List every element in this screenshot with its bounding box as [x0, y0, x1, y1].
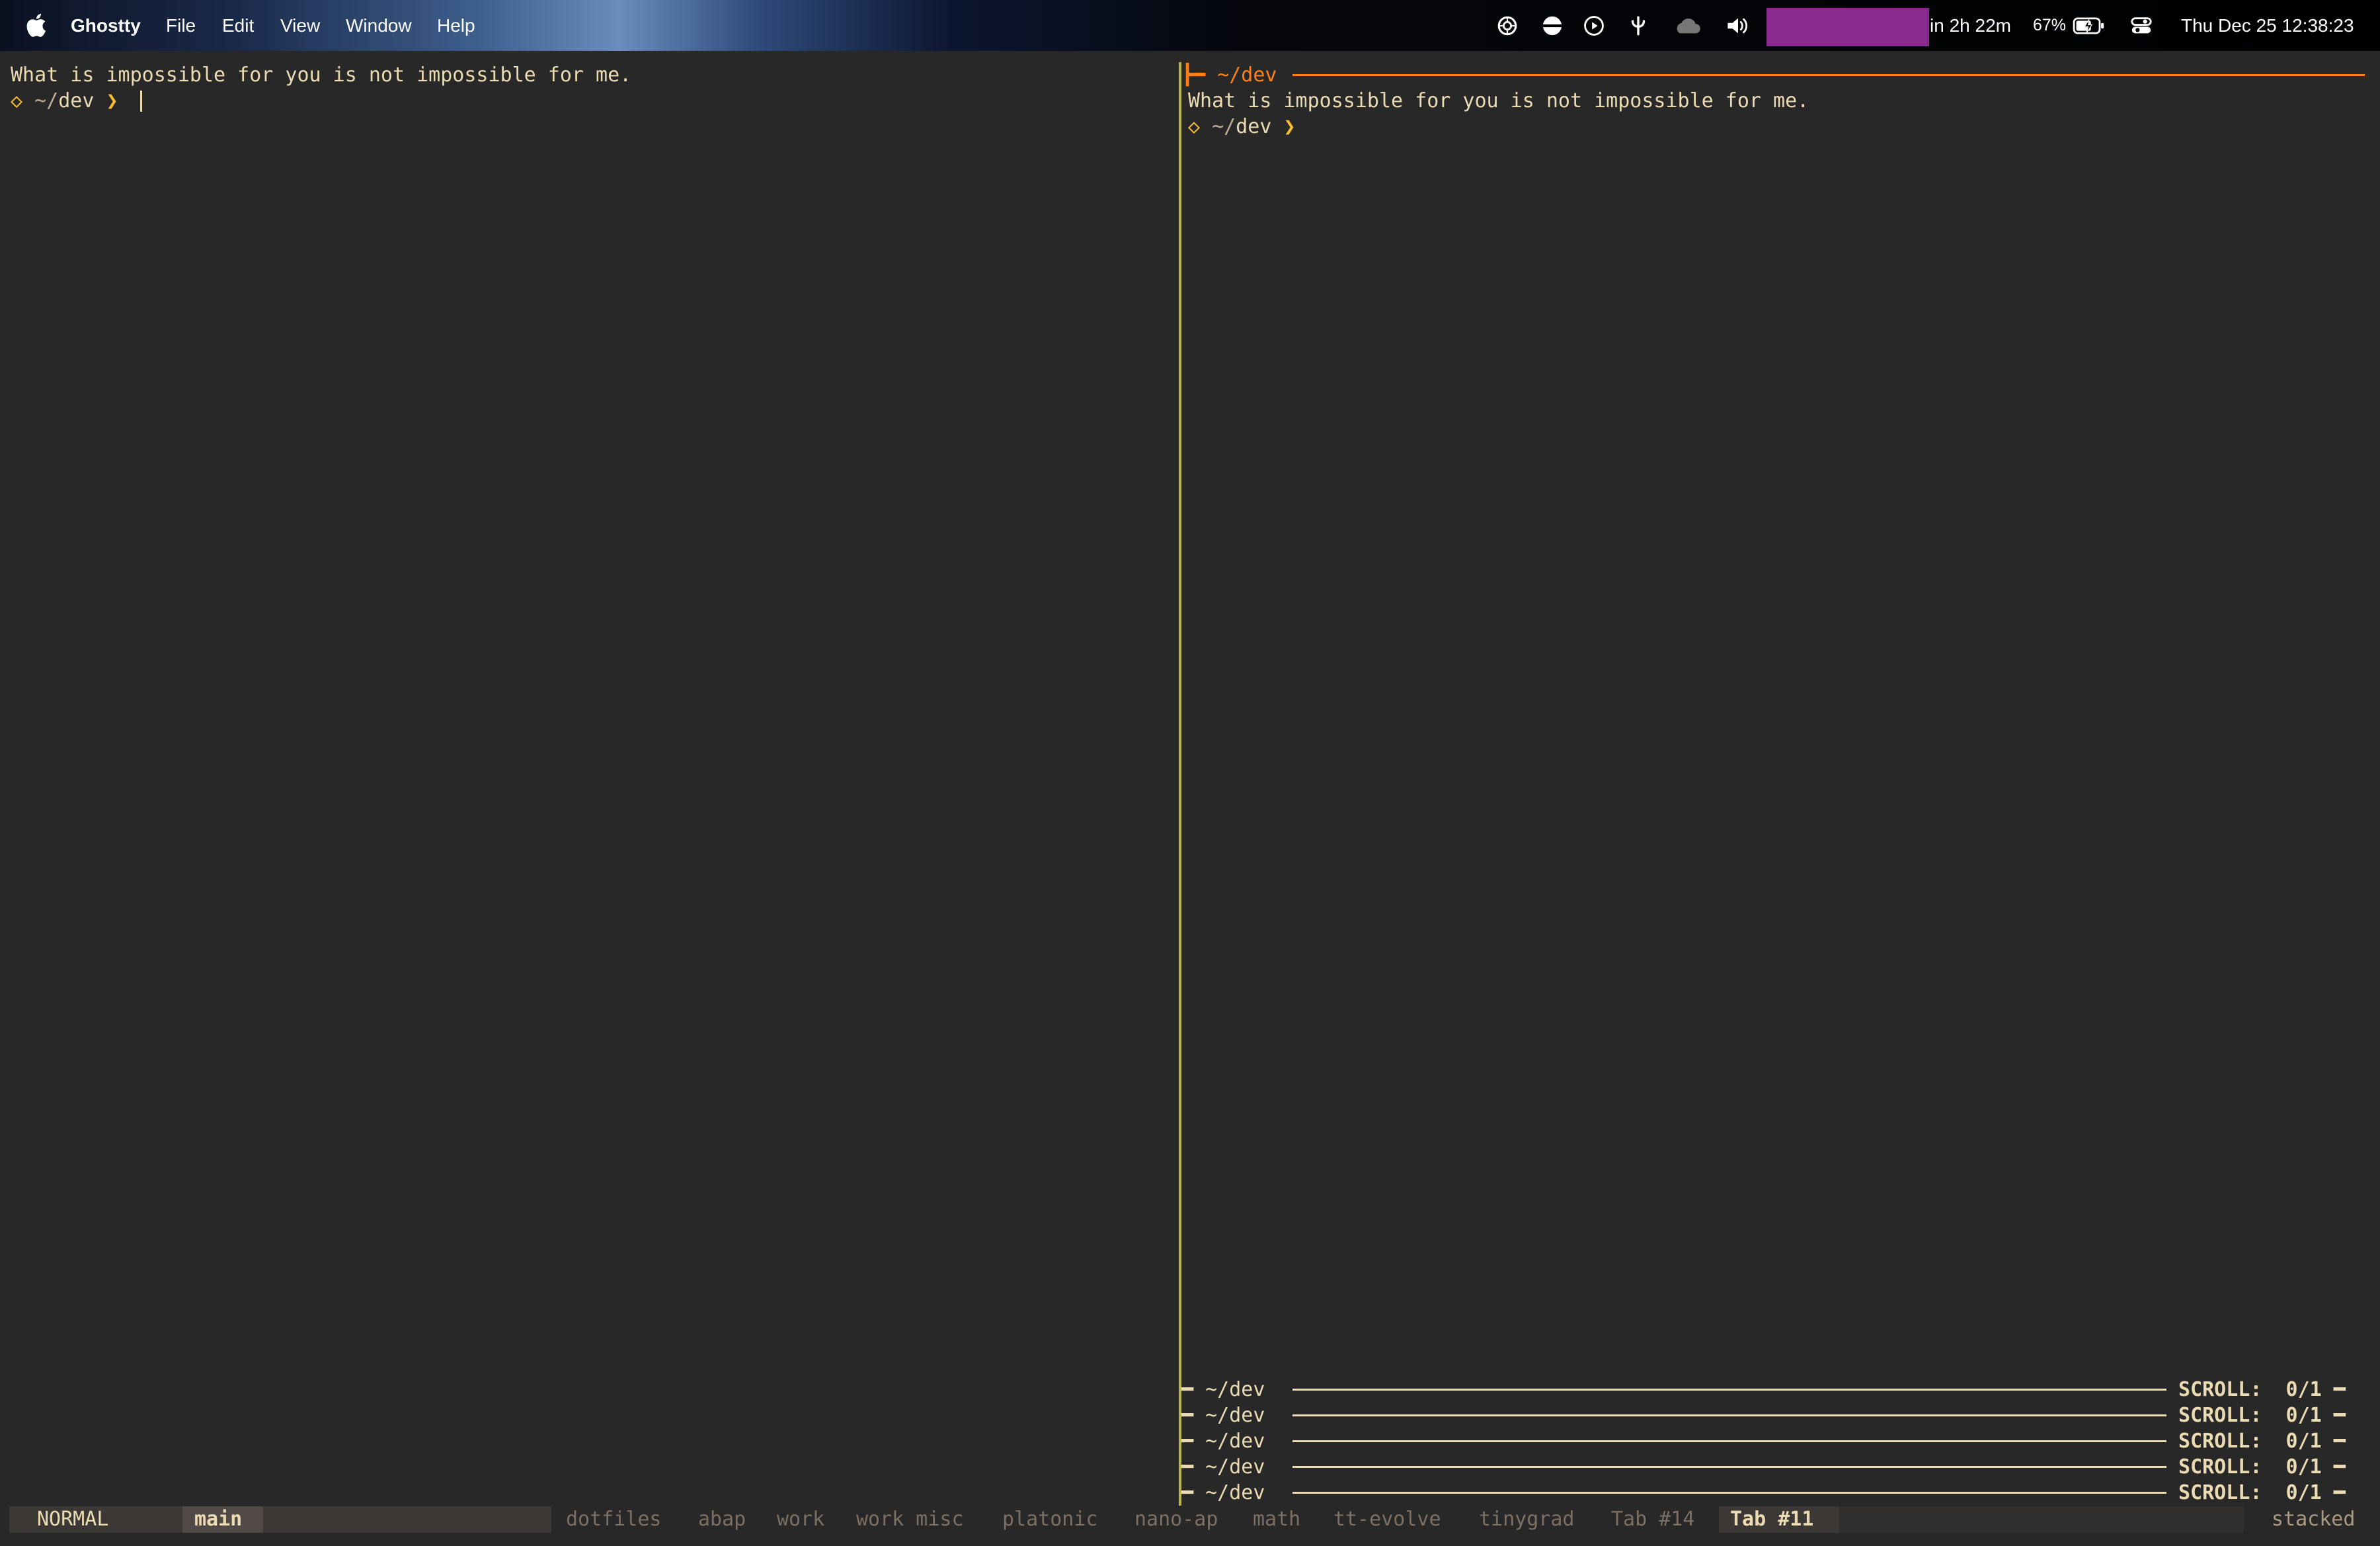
chatgpt-icon[interactable] — [1495, 13, 1520, 38]
tab-nano-ap[interactable]: nano-ap — [1134, 1506, 1218, 1533]
menu-bar: Ghostty File Edit View Window Help in 2h… — [0, 0, 2380, 51]
event-countdown[interactable]: in 2h 22m — [1930, 0, 2011, 51]
stacked-pane-scroll: SCROLL: 0/1 ━ — [2178, 1481, 2346, 1504]
stacked-pane-scroll: SCROLL: 0/1 ━ — [2178, 1455, 2346, 1479]
play-icon[interactable] — [1581, 13, 1606, 38]
cloud-icon[interactable] — [1671, 13, 1703, 38]
control-center-icon[interactable] — [2129, 13, 2154, 38]
apple-menu-icon[interactable] — [26, 0, 46, 51]
stacked-pane-rule — [1292, 1389, 2166, 1391]
left-pane-prompt: ◇ ~/dev ❯ — [11, 88, 118, 114]
stacked-pane-rule — [1292, 1466, 2166, 1468]
tab-work-misc[interactable]: work misc — [856, 1506, 964, 1533]
tab-dotfiles[interactable]: dotfiles — [566, 1506, 662, 1533]
tab-tt-evolve[interactable]: tt-evolve — [1333, 1506, 1441, 1533]
volume-icon[interactable] — [1724, 13, 1753, 38]
right-pane-message: What is impossible for you is not imposs… — [1188, 89, 1809, 112]
redacted-block — [1766, 8, 1929, 46]
prompt-path-prefix: ~/ — [34, 89, 59, 112]
app-name-menu[interactable]: Ghostty — [71, 0, 141, 51]
stacked-pane-scroll: SCROLL: 0/1 ━ — [2178, 1378, 2346, 1401]
header-prefix: ┣━ — [1181, 63, 1206, 87]
fork-icon[interactable] — [1626, 13, 1651, 38]
session-name[interactable]: main — [194, 1506, 242, 1533]
stacked-pane-scroll: SCROLL: 0/1 ━ — [2178, 1430, 2346, 1453]
header-title: ~/dev — [1217, 63, 1277, 87]
session-spacer — [263, 1506, 551, 1533]
menu-help[interactable]: Help — [437, 0, 475, 51]
battery-percent: 67% — [2033, 16, 2067, 34]
tab-math[interactable]: math — [1253, 1506, 1300, 1533]
header-rule — [1292, 74, 2365, 76]
tab-tinygrad[interactable]: tinygrad — [1479, 1506, 1575, 1533]
prompt-path-dir: dev — [58, 89, 95, 112]
status-spacer — [1839, 1506, 2244, 1533]
left-pane-message: What is impossible for you is not imposs… — [11, 63, 632, 87]
stacked-pane-rule — [1292, 1492, 2166, 1494]
menu-view[interactable]: View — [280, 0, 320, 51]
tab-11-active[interactable]: Tab #11 — [1730, 1506, 1813, 1533]
menu-file[interactable]: File — [166, 0, 196, 51]
prompt-arrow: ❯ — [1283, 115, 1296, 138]
stacked-pane-title: ━ ~/dev — [1181, 1430, 1265, 1453]
tab-14[interactable]: Tab #14 — [1611, 1506, 1694, 1533]
stacked-pane-scroll: SCROLL: 0/1 ━ — [2178, 1404, 2346, 1427]
pane-divider[interactable] — [1179, 62, 1181, 1506]
tab-abap[interactable]: abap — [698, 1506, 746, 1533]
menu-circle-icon[interactable] — [1540, 13, 1565, 38]
layout-indicator: stacked — [2272, 1508, 2356, 1531]
tab-work[interactable]: work — [777, 1506, 824, 1533]
stacked-pane-title: ━ ~/dev — [1181, 1378, 1265, 1401]
prompt-path-prefix: ~/ — [1212, 115, 1236, 138]
status-bar: NORMAL main dotfiles abap work work misc… — [0, 1506, 2380, 1533]
stacked-pane-title: ━ ~/dev — [1181, 1455, 1265, 1479]
mode-indicator: NORMAL — [37, 1508, 109, 1531]
menu-window[interactable]: Window — [346, 0, 412, 51]
text-cursor — [140, 91, 142, 112]
prompt-symbol: ◇ — [11, 89, 23, 112]
stacked-pane-rule — [1292, 1440, 2166, 1442]
prompt-arrow: ❯ — [106, 89, 118, 112]
tab-platonic[interactable]: platonic — [1002, 1506, 1098, 1533]
battery-icon[interactable] — [2072, 13, 2106, 38]
right-pane-prompt: ◇ ~/dev ❯ — [1188, 114, 1296, 140]
stacked-pane-rule — [1292, 1414, 2166, 1416]
stacked-pane-title: ━ ~/dev — [1181, 1481, 1265, 1504]
prompt-symbol: ◇ — [1188, 115, 1201, 138]
stacked-pane-title: ━ ~/dev — [1181, 1404, 1265, 1427]
prompt-path-dir: dev — [1236, 115, 1272, 138]
menu-edit[interactable]: Edit — [222, 0, 254, 51]
clock-datetime[interactable]: Thu Dec 25 12:38:23 — [2181, 0, 2354, 51]
right-pane-header[interactable]: ┣━ ~/dev — [1181, 62, 1277, 88]
